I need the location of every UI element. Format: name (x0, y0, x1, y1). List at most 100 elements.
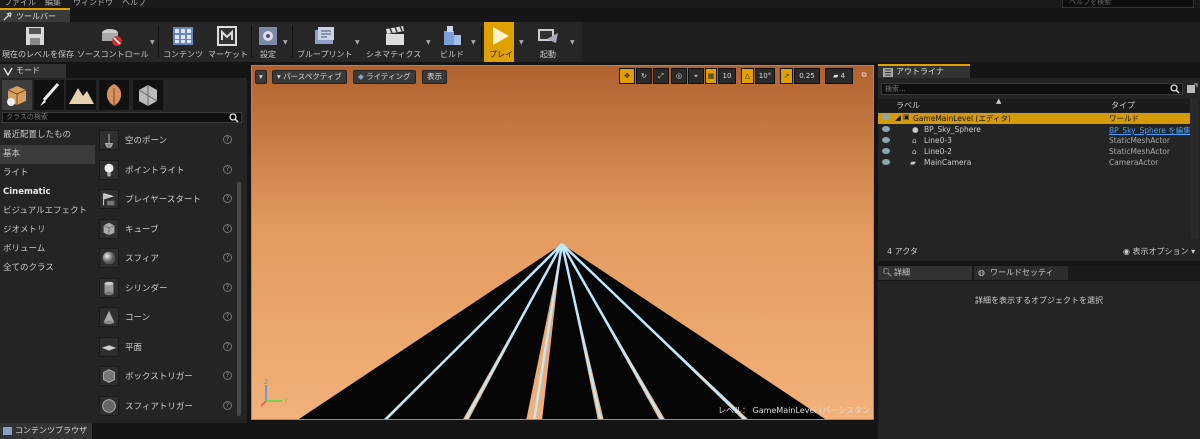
category-basic[interactable]: 基本 (0, 145, 95, 164)
scale-snap-toggle[interactable]: ↗ (780, 68, 793, 84)
play-dropdown[interactable]: ▼ (519, 39, 524, 46)
category-lights[interactable]: ライト (0, 164, 95, 183)
place-mode-tab[interactable] (2, 80, 32, 110)
eye-icon[interactable] (882, 126, 890, 132)
class-search-input[interactable]: クラスの検索 (2, 112, 242, 123)
camera-speed-value[interactable]: ▰ 4 (825, 68, 853, 84)
build-dropdown[interactable]: ▼ (471, 39, 476, 46)
settings-dropdown[interactable]: ▼ (283, 39, 288, 46)
help-icon[interactable]: ? (223, 341, 232, 351)
modes-tab[interactable]: モード (0, 64, 66, 78)
toolbar-tab[interactable]: ツールバー (0, 8, 70, 22)
outliner-row[interactable]: ⌂ Line0-2 StaticMeshActor (878, 147, 1190, 158)
tab-world-settings[interactable]: ◍ ワールドセッティ (974, 266, 1068, 280)
outliner-row[interactable]: ◢ ▣ GameMainLevel (エディタ) ワールド (878, 113, 1190, 124)
outliner-row[interactable]: ⌂ Line0-3 StaticMeshActor (878, 136, 1190, 147)
menu-edit[interactable]: 編集 (45, 0, 61, 8)
landscape-mode-tab[interactable] (66, 80, 96, 110)
actor-sphere[interactable]: スフィア? (95, 244, 237, 274)
help-icon[interactable]: ? (223, 253, 232, 262)
help-search-input[interactable]: ヘルプを検索 (1062, 0, 1194, 8)
actor-plane[interactable]: 平面? (95, 333, 237, 363)
content-browser-tab[interactable]: コンテンツブラウザ (0, 423, 92, 439)
lighting-button[interactable]: ◆ ライティング (353, 70, 416, 84)
menu-help[interactable]: ヘルプ (122, 0, 146, 8)
blueprints-button[interactable]: ブループリント (294, 22, 356, 62)
scale-tool[interactable]: ⤢ (653, 68, 669, 84)
maximize-viewport-button[interactable]: ⧉ (858, 68, 870, 84)
translate-tool[interactable]: ✥ (619, 68, 635, 84)
actor-sphere-trigger[interactable]: スフィアトリガー? (95, 392, 237, 422)
source-control-button[interactable]: ソースコントロール (73, 22, 151, 62)
foliage-mode-tab[interactable] (99, 80, 129, 110)
rotation-snap-toggle[interactable]: △ (741, 68, 754, 84)
actor-cone[interactable]: コーン? (95, 303, 237, 333)
help-icon[interactable]: ? (223, 194, 232, 203)
tab-details[interactable]: 🔍︎ 詳細 (878, 266, 972, 280)
eye-icon[interactable] (882, 148, 890, 154)
source-control-dropdown[interactable]: ▼ (150, 39, 155, 46)
category-all-classes[interactable]: 全てのクラス (0, 259, 95, 278)
label-column-header[interactable]: ラベル (896, 100, 920, 111)
menu-file[interactable]: ファイル (4, 0, 36, 8)
build-button[interactable]: ビルド (434, 22, 470, 62)
category-geometry[interactable]: ジオメトリ (0, 221, 95, 240)
content-button[interactable]: コンテンツ (161, 22, 205, 62)
help-icon[interactable]: ? (223, 223, 232, 233)
play-button[interactable]: プレイ (484, 22, 514, 62)
eye-icon[interactable] (882, 114, 890, 120)
viewport-options-button[interactable]: ▾ (255, 70, 267, 84)
actor-cube[interactable]: キューブ? (95, 215, 237, 245)
world-local-toggle[interactable]: ◎ (671, 68, 687, 84)
help-icon[interactable]: ? (223, 135, 232, 144)
outliner-icon (883, 68, 893, 77)
perspective-button[interactable]: ▾ パースペクティブ (272, 70, 347, 84)
actor-cylinder[interactable]: シリンダー? (95, 274, 237, 304)
expand-arrow-icon[interactable]: ◢ (895, 113, 901, 122)
view-options-button[interactable]: ◉ 表示オプション ▾ (1123, 246, 1195, 257)
help-icon[interactable]: ? (223, 371, 232, 380)
help-icon[interactable]: ? (223, 164, 232, 174)
category-volumes[interactable]: ボリューム (0, 240, 95, 259)
launch-button[interactable]: 起動 (530, 22, 566, 62)
edit-blueprint-link[interactable]: BP_Sky_Sphere を編集 (1109, 125, 1191, 136)
geometry-mode-tab[interactable] (133, 80, 163, 110)
outliner-row[interactable]: ▰ MainCamera CameraActor (878, 158, 1190, 169)
add-filter-icon[interactable] (1186, 83, 1198, 95)
rotate-tool[interactable]: ↻ (636, 68, 652, 84)
marketplace-button[interactable]: マーケット (206, 22, 248, 62)
show-button[interactable]: 表示 (422, 70, 447, 84)
outliner-scrollbar[interactable] (1190, 99, 1198, 239)
surface-snap-toggle[interactable]: ⌖ (688, 68, 704, 84)
cinematics-dropdown[interactable]: ▼ (426, 39, 431, 46)
scale-snap-value[interactable]: 0.25 (794, 68, 820, 84)
outliner-row[interactable]: ● BP_Sky_Sphere BP_Sky_Sphere を編集 (878, 125, 1191, 136)
actor-list-scrollbar[interactable] (237, 182, 241, 416)
help-icon[interactable]: ? (223, 282, 232, 292)
level-viewport[interactable]: ▾ ▾ パースペクティブ ◆ ライティング 表示 ✥ ↻ ⤢ ◎ ⌖ ▦ 10 … (251, 65, 874, 420)
eye-icon[interactable] (882, 137, 890, 143)
help-icon[interactable]: ? (223, 400, 232, 410)
save-level-button[interactable]: 現在のレベルを保存 (0, 22, 74, 62)
category-recent[interactable]: 最近配置したもの (0, 126, 95, 145)
rotation-snap-value[interactable]: 10° (755, 68, 775, 84)
outliner-search-input[interactable]: 検索... (881, 83, 1183, 95)
eye-icon[interactable] (882, 159, 890, 165)
blueprints-dropdown[interactable]: ▼ (355, 39, 360, 46)
launch-dropdown[interactable]: ▼ (570, 39, 575, 46)
category-visual-effects[interactable]: ビジュアルエフェクト (0, 202, 95, 221)
settings-button[interactable]: 設定 (253, 22, 283, 62)
help-icon[interactable]: ? (223, 312, 232, 321)
actor-empty-pawn[interactable]: 空のポーン? (95, 126, 237, 156)
category-cinematic[interactable]: Cinematic (0, 183, 95, 202)
actor-box-trigger[interactable]: ボックストリガー? (95, 362, 237, 392)
actor-player-start[interactable]: プレイヤースタート? (95, 185, 237, 215)
paint-mode-tab[interactable] (34, 80, 64, 110)
outliner-tab[interactable]: アウトライナ (878, 64, 970, 78)
grid-snap-value[interactable]: 10 (718, 68, 736, 84)
type-column-header[interactable]: タイプ (1111, 100, 1135, 111)
actor-point-light[interactable]: ポイントライト? (95, 156, 237, 186)
menu-window[interactable]: ウィンドウ (73, 0, 113, 8)
grid-snap-toggle[interactable]: ▦ (705, 68, 717, 84)
cinematics-button[interactable]: シネマティクス (364, 22, 424, 62)
